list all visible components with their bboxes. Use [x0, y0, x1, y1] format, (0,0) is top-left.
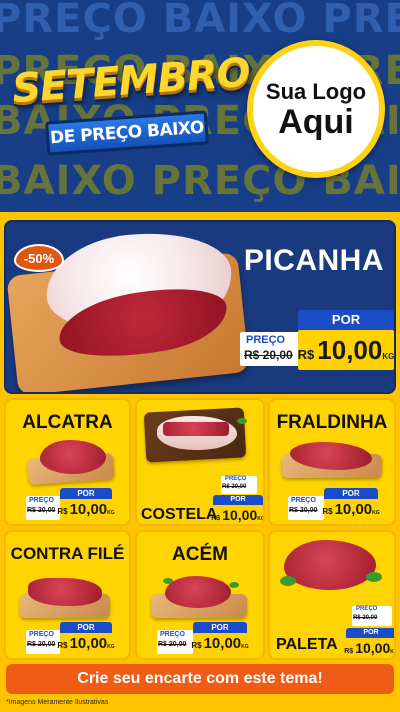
- old-price: R$ 20,00: [27, 641, 56, 648]
- por-label: POR: [298, 310, 394, 330]
- price-value: 10,00: [334, 501, 373, 518]
- preco-label: PREÇO: [246, 334, 286, 346]
- alcatra-image: [40, 440, 106, 474]
- old-price: R$ 20,00: [27, 507, 56, 514]
- paleta-image: [284, 540, 376, 590]
- price-value: 10,00: [317, 335, 383, 365]
- product-name: PALETA: [276, 636, 338, 653]
- product-card[interactable]: PREÇO R$ 20,00 POR R$ 10,00 KG COSTELA: [135, 398, 265, 526]
- currency: R$: [344, 648, 354, 655]
- logo-line-1: Sua Logo: [265, 79, 367, 104]
- currency: R$: [57, 507, 68, 516]
- product-card[interactable]: ALCATRA PREÇO R$ 20,00 POR R$ 10,00 KG: [4, 398, 131, 526]
- price-tag: PREÇO R$ 20,00 POR R$10,00KG: [211, 476, 263, 524]
- logo-line-2: Aqui: [278, 103, 354, 141]
- product-name: COSTELA: [141, 506, 218, 523]
- preco-label: PREÇO: [160, 631, 185, 638]
- old-price: R$ 20,00: [222, 484, 247, 490]
- acem-image: [165, 576, 231, 608]
- header: PREÇO BAIXO PREÇO PREÇO BAIXO PREÇO BAIX…: [0, 0, 400, 212]
- unit: KG: [372, 510, 380, 516]
- discount-badge: -50%: [14, 244, 64, 272]
- currency: R$: [297, 347, 315, 362]
- product-price: R$10,00KG: [57, 499, 115, 521]
- price-tag: PREÇO R$ 20,00 POR R$10,00KG: [26, 622, 115, 658]
- featured-price-tag: PREÇO R$ 20,00 POR R$ 10,00 KG: [240, 310, 394, 374]
- product-name: ALCATRA: [22, 412, 113, 433]
- price-value: 10,00: [222, 507, 258, 523]
- herb-garnish: [366, 572, 382, 582]
- unit: KG: [107, 510, 115, 516]
- campaign-title: SETEMBRO: [10, 49, 252, 113]
- campaign-logo: SETEMBRO DE PREÇO BAIXO: [8, 44, 251, 184]
- price-tag: PREÇO R$ 20,00 POR R$10,00KG: [157, 622, 249, 658]
- price-value: 10,00: [69, 635, 108, 652]
- store-logo-placeholder[interactable]: Sua Logo Aqui: [247, 40, 385, 178]
- herb-garnish: [229, 582, 239, 588]
- campaign-subtitle-banner: DE PREÇO BAIXO: [45, 110, 209, 156]
- unit: KG: [107, 644, 115, 650]
- price-tag: PREÇO R$ 20,00 POR R$10,00KG: [344, 602, 394, 658]
- contra-file-image: [28, 578, 102, 606]
- preco-label: PREÇO: [356, 606, 378, 612]
- por-label: POR: [213, 495, 263, 505]
- preco-label: PREÇO: [291, 497, 316, 504]
- por-label: POR: [193, 622, 247, 633]
- product-card[interactable]: PREÇO R$ 20,00 POR R$10,00KG PALETA: [268, 530, 396, 660]
- product-card[interactable]: CONTRA FILÉ PREÇO R$ 20,00 POR R$ 10,00 KG: [4, 530, 131, 660]
- create-flyer-button[interactable]: Crie seu encarte com este tema!: [6, 664, 394, 694]
- featured-price: R$ 10,00 KG: [298, 330, 394, 370]
- preco-label: PREÇO: [225, 476, 247, 482]
- por-label: POR: [324, 488, 378, 499]
- product-name: CONTRA FILÉ: [10, 544, 125, 563]
- preco-label: PREÇO: [29, 631, 54, 638]
- herb-garnish: [237, 418, 247, 424]
- product-price: R$10,00KG: [211, 505, 263, 524]
- old-price: R$ 20,00: [244, 348, 293, 362]
- featured-product-name: PICANHA: [243, 244, 384, 277]
- product-name: FRALDINHA: [276, 412, 388, 433]
- disclaimer: *Imagens Meramente Ilustrativas: [6, 699, 109, 706]
- unit: KG: [241, 644, 249, 650]
- product-card[interactable]: ACÉM PREÇO R$ 20,00 POR R$ 10,00 KG: [135, 530, 265, 660]
- por-label: POR: [60, 488, 112, 499]
- costela-image-meat: [163, 422, 229, 436]
- background-text: PREÇO BAIXO PREÇO: [0, 0, 400, 42]
- price-tag: PREÇO R$ 20,00 POR R$10,00KG: [26, 488, 115, 524]
- herb-garnish: [163, 578, 173, 584]
- por-label: POR: [346, 628, 394, 638]
- product-card[interactable]: FRALDINHA PREÇO R$ 20,00 POR R$ 10,00 KG: [268, 398, 396, 526]
- currency: R$: [57, 641, 68, 650]
- product-price: R$10,00KG: [322, 499, 380, 521]
- unit: KG: [382, 352, 395, 361]
- old-price: R$ 20,00: [289, 507, 318, 514]
- preco-label: PREÇO: [29, 497, 54, 504]
- old-price: R$ 20,00: [158, 641, 187, 648]
- old-price: R$ 20,00: [353, 615, 378, 621]
- por-label: POR: [60, 622, 112, 633]
- price-value: 10,00: [203, 635, 242, 652]
- price-tag: PREÇO R$ 20,00 POR R$10,00KG: [288, 488, 380, 524]
- currency: R$: [191, 641, 202, 650]
- product-price: R$10,00KG: [344, 638, 394, 658]
- price-value: 10,00: [355, 640, 391, 656]
- product-price: R$10,00KG: [191, 633, 249, 655]
- herb-garnish: [280, 576, 296, 586]
- featured-product-card[interactable]: -50% PICANHA PREÇO R$ 20,00 POR R$ 10,00 K…: [4, 220, 396, 394]
- campaign-subtitle: DE PREÇO BAIXO: [49, 117, 205, 149]
- price-value: 10,00: [69, 501, 108, 518]
- product-price: R$10,00KG: [57, 633, 115, 655]
- currency: R$: [322, 507, 333, 516]
- product-name: ACÉM: [172, 544, 228, 565]
